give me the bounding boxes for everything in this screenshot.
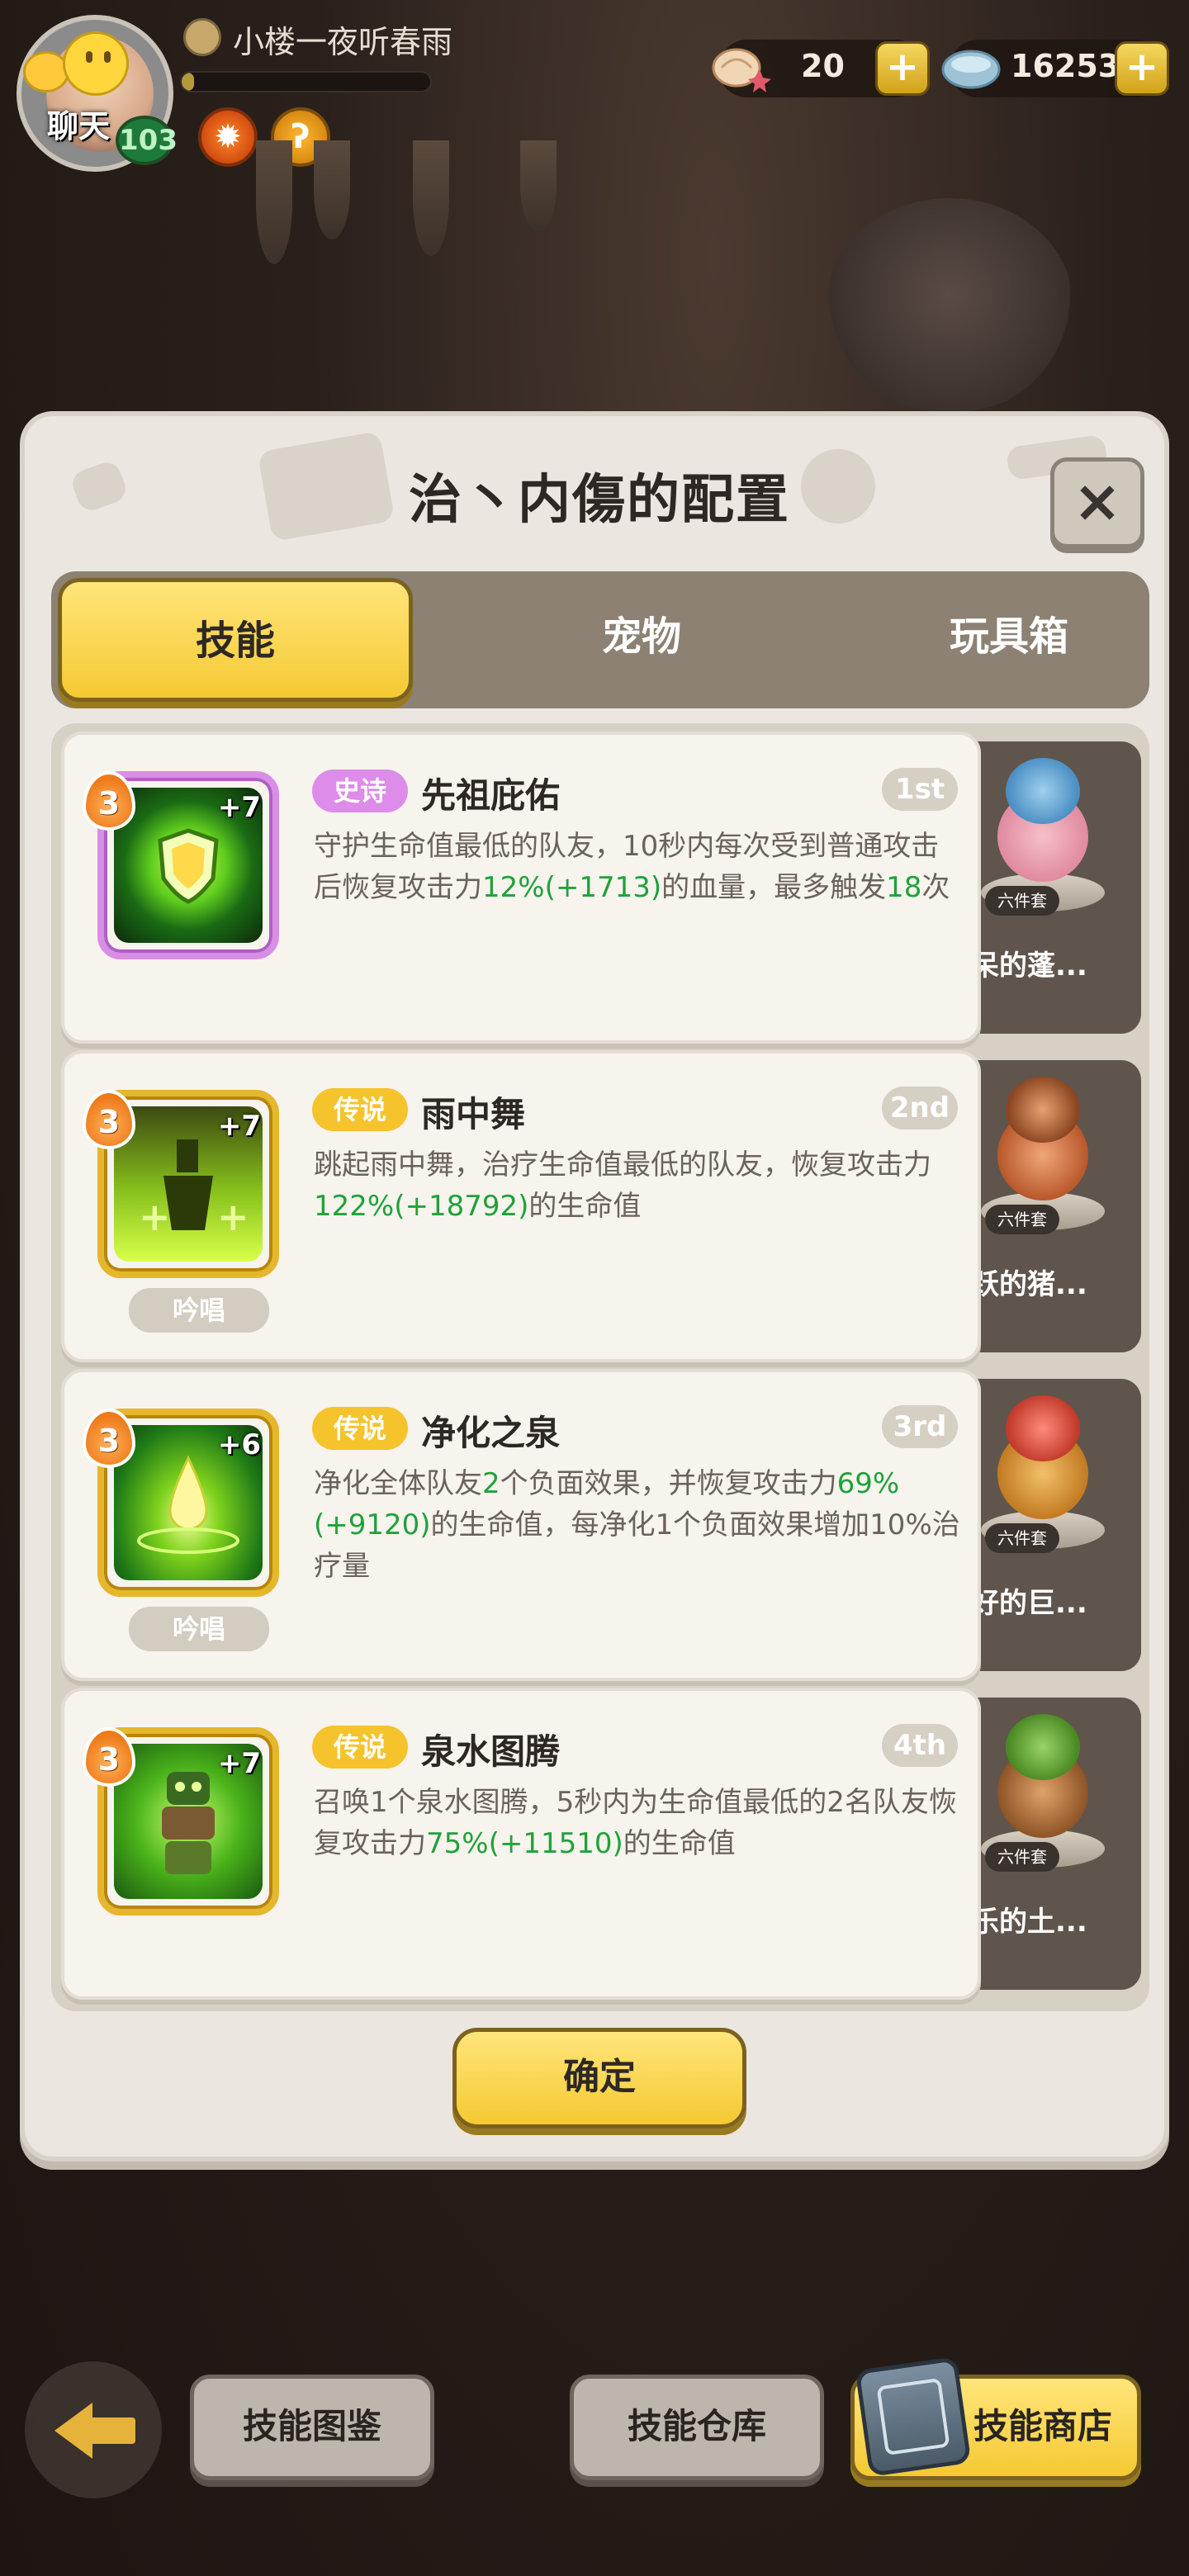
background-skull bbox=[826, 198, 1073, 413]
loadout-modal: 治丶内傷的配置 × 技能 宠物 玩具箱 六件套 发呆的蓬... +7 3 史诗 … bbox=[20, 411, 1169, 2162]
skill-upgrade-badge: +7 bbox=[217, 1747, 261, 1780]
skill-slot: 六件套 友好的巨... +6 3 吟唱 传说 净化之泉 3rd 净化全体队友2个… bbox=[56, 1369, 1146, 1681]
confirm-button[interactable]: 确定 bbox=[452, 2028, 746, 2129]
tab-skills[interactable]: 技能 bbox=[58, 578, 413, 702]
skill-codex-button[interactable]: 技能图鉴 bbox=[190, 2375, 434, 2480]
skill-slot: 六件套 发呆的蓬... +7 3 史诗 先祖庇佑 1st 守护生命值最低的队友，… bbox=[56, 732, 1146, 1044]
rarity-badge: 传说 bbox=[312, 1407, 408, 1450]
skill-card[interactable]: +7 3 传说 泉水图腾 4th 召唤1个泉水图腾，5秒内为生命值最低的2名队友… bbox=[61, 1688, 981, 2000]
xp-bar-fill bbox=[182, 73, 195, 91]
skill-slot: 六件套 活跃的猪... + + +7 3 吟唱 传说 雨中舞 2nd 跳起雨中舞… bbox=[56, 1050, 1146, 1362]
shell-currency: 20 + bbox=[712, 40, 930, 97]
pet-set-tag: 六件套 bbox=[985, 1842, 1059, 1872]
skill-description: 守护生命值最低的队友，10秒内每次受到普通攻击后恢复攻击力12%(+1713)的… bbox=[314, 830, 950, 904]
skill-slot: 六件套 快乐的土... +7 3 传说 泉水图腾 4th 召唤1个泉水图腾，5秒… bbox=[56, 1688, 1146, 2000]
rarity-badge: 史诗 bbox=[312, 769, 408, 812]
shell-currency-icon bbox=[712, 48, 771, 92]
chat-label[interactable]: 聊天 bbox=[41, 101, 116, 146]
skill-card[interactable]: + + +7 3 吟唱 传说 雨中舞 2nd 跳起雨中舞，治疗生命值最低的队友，… bbox=[61, 1050, 981, 1362]
close-icon[interactable]: × bbox=[1050, 457, 1144, 548]
skill-name: 雨中舞 bbox=[421, 1094, 526, 1134]
background-decoration bbox=[248, 140, 594, 272]
rarity-badge: 传说 bbox=[312, 1088, 408, 1131]
tab-pets[interactable]: 宠物 bbox=[464, 578, 819, 702]
xp-bar bbox=[180, 71, 432, 92]
skill-card[interactable]: +6 3 吟唱 传说 净化之泉 3rd 净化全体队友2个负面效果，并恢复攻击力6… bbox=[61, 1369, 981, 1681]
skill-name: 净化之泉 bbox=[421, 1413, 561, 1453]
shell-currency-value: 20 bbox=[801, 48, 845, 84]
skill-list: 六件套 发呆的蓬... +7 3 史诗 先祖庇佑 1st 守护生命值最低的队友，… bbox=[51, 723, 1149, 2011]
player-level-badge: 103 bbox=[116, 116, 178, 165]
tab-toybox[interactable]: 玩具箱 bbox=[831, 578, 1187, 702]
svg-text:+: + bbox=[139, 1195, 171, 1239]
rank-badge: 2nd bbox=[882, 1087, 958, 1129]
player-name: 小楼一夜听春雨 bbox=[233, 24, 453, 60]
skill-upgrade-badge: +6 bbox=[217, 1428, 261, 1461]
tab-bar: 技能 宠物 玩具箱 bbox=[51, 571, 1149, 708]
skill-name: 先祖庇佑 bbox=[421, 775, 561, 816]
skill-upgrade-badge: +7 bbox=[217, 1110, 261, 1143]
back-arrow-icon bbox=[54, 2403, 92, 2459]
skill-shop-icon[interactable] bbox=[855, 2356, 972, 2477]
modal-title: 治丶内傷的配置 bbox=[409, 470, 790, 531]
chant-tag: 吟唱 bbox=[129, 1288, 269, 1333]
rarity-badge: 传说 bbox=[312, 1726, 408, 1769]
gem-currency-icon bbox=[941, 50, 1001, 89]
top-bar: 聊天 103 小楼一夜听春雨 ✹ ʔ 20 + 162537 + bbox=[0, 0, 1189, 173]
gem-currency: 162537 + bbox=[941, 40, 1169, 97]
skill-description: 召唤1个泉水图腾，5秒内为生命值最低的2名队友恢复攻击力75%(+11510)的… bbox=[314, 1786, 957, 1860]
rank-badge: 4th bbox=[882, 1724, 958, 1767]
chant-tag: 吟唱 bbox=[129, 1607, 269, 1651]
plus-icon[interactable]: + bbox=[875, 41, 930, 96]
svg-text:+: + bbox=[217, 1195, 249, 1239]
skill-name: 泉水图腾 bbox=[421, 1731, 561, 1772]
rank-badge: 1st bbox=[882, 768, 958, 811]
rank-badge: 3rd bbox=[882, 1405, 958, 1448]
skill-storage-button[interactable]: 技能仓库 bbox=[570, 2375, 824, 2480]
skill-description: 跳起雨中舞，治疗生命值最低的队友，恢复攻击力122%(+18792)的生命值 bbox=[314, 1148, 931, 1223]
skill-description: 净化全体队友2个负面效果，并恢复攻击力69%(+9120)的生命值，每净化1个负… bbox=[314, 1467, 960, 1583]
plus-icon[interactable]: + bbox=[1115, 41, 1169, 96]
player-title-icon bbox=[183, 18, 221, 56]
back-button[interactable] bbox=[25, 2361, 162, 2498]
pet-set-tag: 六件套 bbox=[985, 1205, 1059, 1234]
pet-set-tag: 六件套 bbox=[985, 886, 1059, 916]
skill-upgrade-badge: +7 bbox=[217, 791, 261, 824]
pet-set-tag: 六件套 bbox=[985, 1523, 1059, 1553]
skill-card[interactable]: +7 3 史诗 先祖庇佑 1st 守护生命值最低的队友，10秒内每次受到普通攻击… bbox=[61, 732, 981, 1044]
